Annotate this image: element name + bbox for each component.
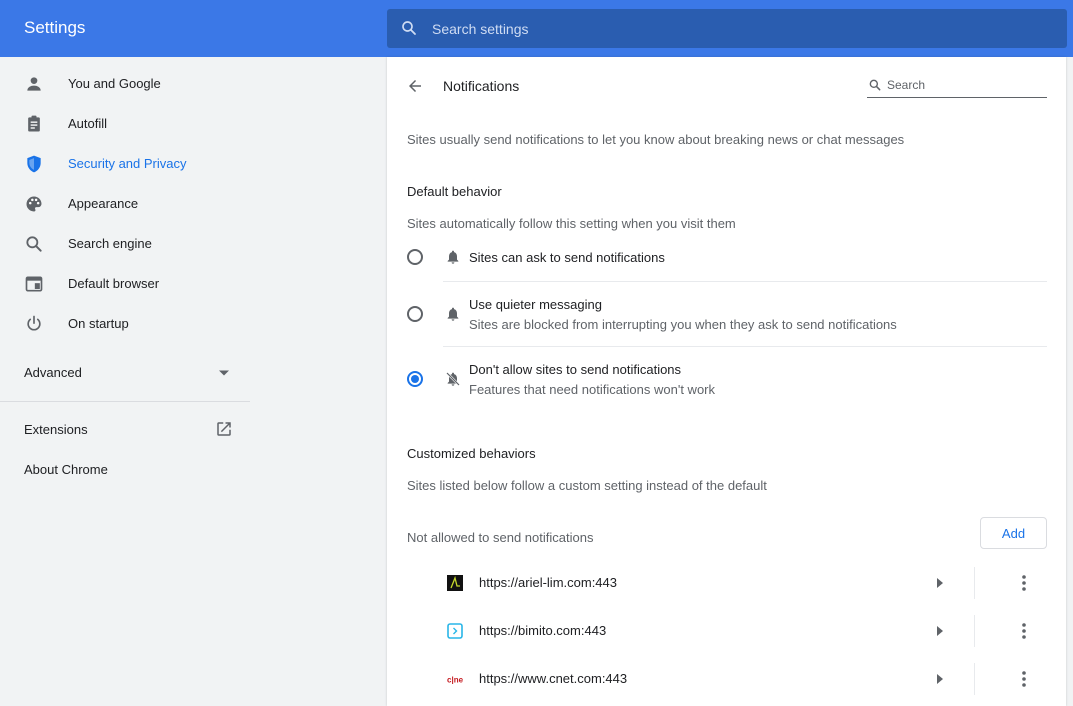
site-url: https://bimito.com:443 xyxy=(479,623,607,638)
cnet-favicon: c|net xyxy=(447,676,463,685)
radio-use-quieter-messaging[interactable] xyxy=(407,306,423,322)
top-bar: Settings Search settings xyxy=(0,0,1073,57)
power-icon xyxy=(27,315,41,331)
arrow-right-icon[interactable] xyxy=(936,578,944,588)
intro-text: Sites usually send notifications to let … xyxy=(407,132,905,147)
settings-search-box[interactable]: Search settings xyxy=(387,9,1067,48)
notifications-card: Notifications Search Sites usually send … xyxy=(387,57,1066,706)
sidebar-item-label: Default browser xyxy=(68,276,160,291)
app-title: Settings xyxy=(24,18,86,37)
arrow-right-icon[interactable] xyxy=(936,626,944,636)
sidebar-item-extensions[interactable]: Extensions xyxy=(24,422,88,437)
site-row[interactable]: https://ariel-lim.com:443 xyxy=(427,559,1047,607)
default-behavior-heading: Default behavior xyxy=(407,184,502,199)
sidebar-item-search-engine[interactable]: Search engine xyxy=(0,224,250,264)
arrow-back-icon[interactable] xyxy=(406,77,424,95)
site-url: https://ariel-lim.com:443 xyxy=(479,575,617,590)
sidebar-item-on-startup[interactable]: On startup xyxy=(0,304,250,344)
sidebar-item-label: You and Google xyxy=(68,76,161,91)
row-separator xyxy=(974,615,975,647)
option-subtext: Features that need notifications won't w… xyxy=(469,382,716,397)
palette-icon xyxy=(26,196,42,212)
row-separator xyxy=(974,663,975,695)
option-subtext: Sites are blocked from interrupting you … xyxy=(469,317,897,332)
row-separator xyxy=(974,567,975,599)
sidebar-item-you-and-google[interactable]: You and Google xyxy=(0,64,250,104)
sidebar-item-autofill[interactable]: Autofill xyxy=(0,104,250,144)
search-input[interactable]: Search settings xyxy=(432,21,529,37)
not-allowed-label: Not allowed to send notifications xyxy=(407,530,594,545)
sidebar-item-label: Appearance xyxy=(68,196,139,211)
site-row[interactable]: https://bimito.com:443 xyxy=(427,607,1047,655)
default-behavior-subtext: Sites automatically follow this setting … xyxy=(407,216,736,231)
search-icon xyxy=(26,236,42,252)
search-input[interactable]: Search xyxy=(887,78,925,92)
search-icon xyxy=(402,21,416,35)
sidebar-item-label: Search engine xyxy=(68,236,152,251)
bell-icon xyxy=(447,307,459,321)
sidebar-item-label: Autofill xyxy=(68,116,108,131)
chevron-down-icon[interactable] xyxy=(218,369,230,377)
site-url: https://www.cnet.com:443 xyxy=(479,671,628,686)
option-divider xyxy=(443,281,1047,282)
sidebar: You and Google Autofill Security and Pri… xyxy=(0,57,386,706)
clipboard-icon xyxy=(28,115,40,132)
browser-window-icon xyxy=(25,276,43,292)
bell-icon xyxy=(447,250,459,264)
more-vert-icon[interactable] xyxy=(1014,669,1034,689)
add-site-button[interactable]: Add xyxy=(980,517,1047,549)
bimito-favicon xyxy=(447,623,463,639)
notifications-search-field[interactable]: Search xyxy=(867,74,1047,98)
svg-text:c|net: c|net xyxy=(447,676,463,685)
customized-behaviors-heading: Customized behaviors xyxy=(407,446,536,461)
ariel-lim-favicon xyxy=(447,575,463,591)
customized-behaviors-subtext: Sites listed below follow a custom setti… xyxy=(407,478,767,493)
bell-off-icon xyxy=(446,372,460,386)
site-row[interactable]: c|net https://www.cnet.com:443 xyxy=(427,655,1047,703)
option-title: Use quieter messaging xyxy=(469,297,602,312)
sidebar-item-label: On startup xyxy=(68,316,129,331)
sidebar-item-appearance[interactable]: Appearance xyxy=(0,184,250,224)
arrow-right-icon[interactable] xyxy=(936,674,944,684)
shield-icon xyxy=(27,155,41,173)
sidebar-item-security-and-privacy[interactable]: Security and Privacy xyxy=(0,144,250,184)
sidebar-item-default-browser[interactable]: Default browser xyxy=(0,264,250,304)
radio-dont-allow[interactable] xyxy=(407,371,423,387)
sidebar-advanced-toggle[interactable]: Advanced xyxy=(24,365,82,380)
sidebar-divider xyxy=(0,401,250,402)
person-icon xyxy=(27,77,41,91)
option-title: Don't allow sites to send notifications xyxy=(469,362,682,377)
search-icon xyxy=(869,79,881,91)
sidebar-item-about-chrome[interactable]: About Chrome xyxy=(24,462,108,477)
open-in-new-icon[interactable] xyxy=(215,420,233,438)
more-vert-icon[interactable] xyxy=(1014,573,1034,593)
more-vert-icon[interactable] xyxy=(1014,621,1034,641)
sidebar-item-label: Security and Privacy xyxy=(68,156,187,171)
option-title: Sites can ask to send notifications xyxy=(469,250,665,265)
radio-sites-can-ask[interactable] xyxy=(407,249,423,265)
page-title: Notifications xyxy=(443,78,520,94)
option-divider xyxy=(443,346,1047,347)
